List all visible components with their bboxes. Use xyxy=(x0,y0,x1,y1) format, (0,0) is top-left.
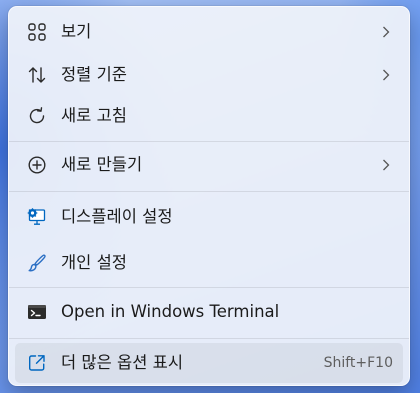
menu-item-label: 개인 설정 xyxy=(61,253,127,272)
menu-item-sort-by[interactable]: 정렬 기준 xyxy=(15,55,403,95)
menu-item-personalize[interactable]: 개인 설정 xyxy=(15,243,403,283)
refresh-icon xyxy=(27,106,47,126)
sort-arrows-icon xyxy=(27,65,47,85)
keyboard-shortcut: Shift+F10 xyxy=(323,355,393,371)
menu-item-display-settings[interactable]: 디스플레이 설정 xyxy=(15,197,403,237)
grid-view-icon xyxy=(27,22,47,42)
menu-item-label: 보기 xyxy=(61,22,92,41)
menu-item-open-terminal[interactable]: Open in Windows Terminal xyxy=(15,292,403,332)
menu-item-show-more-options[interactable]: 더 많은 옵션 표시 Shift+F10 xyxy=(15,343,403,383)
menu-item-label: 새로 고침 xyxy=(61,106,127,125)
menu-item-label: 디스플레이 설정 xyxy=(61,207,173,226)
chevron-right-icon xyxy=(379,157,393,173)
menu-item-view[interactable]: 보기 xyxy=(15,12,403,52)
separator xyxy=(9,338,409,339)
separator xyxy=(9,191,409,192)
separator xyxy=(9,287,409,288)
add-circle-icon xyxy=(27,155,47,175)
open-external-icon xyxy=(27,353,47,373)
separator xyxy=(9,141,409,142)
menu-item-label: 더 많은 옵션 표시 xyxy=(61,353,183,372)
desktop-context-menu: 보기 정렬 기준 새로 고침 새로 만들기 디스플레이 설정 개인 설정 Ope… xyxy=(8,6,410,386)
brush-icon xyxy=(27,253,47,273)
menu-item-label: Open in Windows Terminal xyxy=(61,302,280,321)
menu-item-label: 정렬 기준 xyxy=(61,65,127,84)
chevron-right-icon xyxy=(379,24,393,40)
chevron-right-icon xyxy=(379,67,393,83)
terminal-icon xyxy=(27,302,47,322)
menu-item-refresh[interactable]: 새로 고침 xyxy=(15,96,403,136)
menu-item-new[interactable]: 새로 만들기 xyxy=(15,145,403,185)
display-settings-icon xyxy=(27,207,47,227)
menu-item-label: 새로 만들기 xyxy=(61,155,143,174)
